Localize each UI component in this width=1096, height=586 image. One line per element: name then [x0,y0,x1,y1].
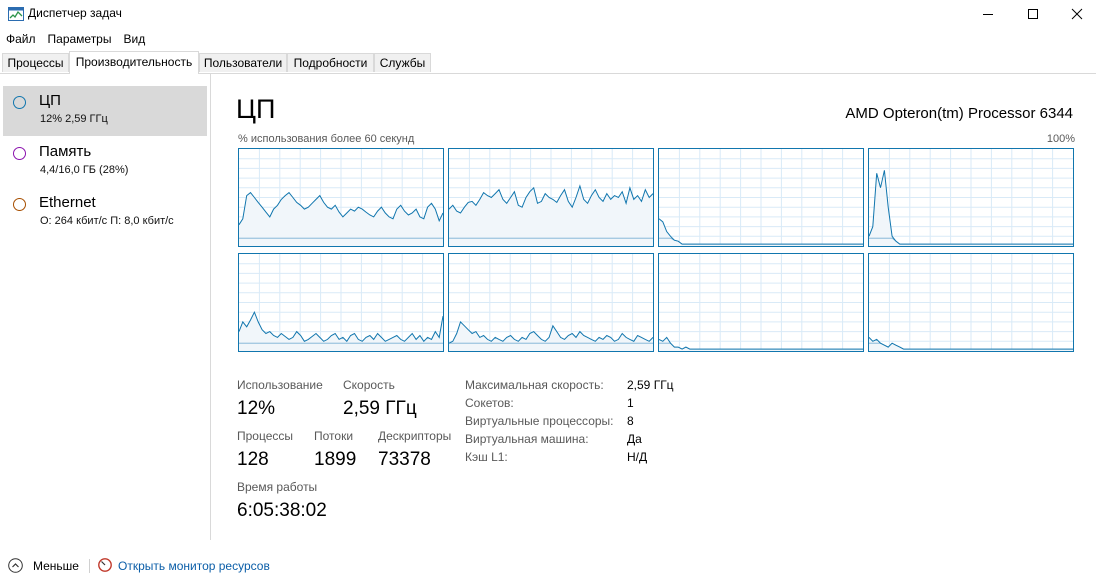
threads-value: 1899 [314,449,357,470]
uptime-value: 6:05:38:02 [237,500,327,521]
core-graph [448,148,654,247]
sidebar-item-name: Память [39,143,92,160]
menu-file[interactable]: Файл [0,29,42,49]
menu-bar: Файл Параметры Вид [0,29,151,49]
processes-value: 128 [237,449,269,470]
core-graph [448,253,654,352]
core-graph [868,148,1074,247]
minimize-icon [983,14,993,15]
detail-value: 8 [627,414,634,428]
close-icon [1071,8,1083,20]
core-graph [868,253,1074,352]
core-graph-plot [659,254,863,351]
uptime-label: Время работы [237,480,318,494]
core-graph-plot [449,149,653,246]
core-graph-plot [869,149,1073,246]
graph-max-label: 100% [1046,133,1075,145]
fewer-details-button[interactable]: Меньше [33,559,79,573]
core-graph [658,253,864,352]
menu-view[interactable]: Вид [117,29,151,49]
sidebar-item-name: ЦП [39,92,61,109]
resource-monitor-icon[interactable] [98,558,112,572]
memory-circle-icon [13,147,26,160]
tab-performance[interactable]: Производительность [69,51,199,74]
sidebar-item-cpu[interactable]: ЦП 12% 2,59 ГГц [3,86,207,136]
tab-services[interactable]: Службы [374,53,431,72]
tab-bar: Процессы Производительность Пользователи… [0,51,1096,74]
core-graph [238,253,444,352]
processes-label: Процессы [237,429,294,443]
processor-name: AMD Opteron(tm) Processor 6344 [845,105,1073,122]
sidebar-item-ethernet[interactable]: Ethernet О: 264 кбит/с П: 8,0 кбит/с [3,188,207,238]
ethernet-circle-icon [13,198,26,211]
usage-value: 12% [237,398,276,419]
core-graph-plot [239,254,443,351]
detail-label: Виртуальная машина: [465,432,589,446]
sidebar-item-sub: 4,4/16,0 ГБ (28%) [40,164,129,176]
close-button[interactable] [1054,0,1096,28]
core-graph-plot [449,254,653,351]
maximize-button[interactable] [1010,0,1056,28]
tab-details[interactable]: Подробности [287,53,374,72]
core-graph-plot [659,149,863,246]
sidebar-item-memory[interactable]: Память 4,4/16,0 ГБ (28%) [3,137,207,187]
speed-value: 2,59 ГГц [343,398,417,419]
sidebar-item-name: Ethernet [39,194,96,211]
detail-label: Максимальная скорость: [465,378,604,392]
maximize-icon [1028,9,1038,19]
usage-label: Использование [237,378,323,392]
menu-options[interactable]: Параметры [42,29,118,49]
core-graph [658,148,864,247]
graph-caption: % использования более 60 секунд [238,133,415,145]
speed-label: Скорость [343,378,395,392]
core-graph [238,148,444,247]
handles-label: Дескрипторы [378,429,452,443]
detail-value: 1 [627,396,634,410]
cpu-circle-icon [13,96,26,109]
detail-value: 2,59 ГГц [627,378,674,392]
title-bar: Диспетчер задач [0,0,1096,28]
detail-value: Да [627,432,642,446]
page-title: ЦП [236,94,276,124]
resource-sidebar: ЦП 12% 2,59 ГГц Память 4,4/16,0 ГБ (28%)… [0,74,211,540]
footer-divider [89,559,90,573]
chevron-up-icon[interactable] [8,558,23,573]
open-resource-monitor-link[interactable]: Открыть монитор ресурсов [118,559,270,573]
core-graph-plot [869,254,1073,351]
core-graphs [238,148,1076,354]
threads-label: Потоки [314,429,354,443]
task-manager-icon [8,7,24,21]
sidebar-item-sub: 12% 2,59 ГГц [40,113,108,125]
detail-label: Виртуальные процессоры: [465,414,614,428]
footer-bar: Меньше Открыть монитор ресурсов [0,555,1096,577]
minimize-button[interactable] [965,0,1011,28]
detail-value: Н/Д [627,450,648,464]
core-graph-plot [239,149,443,246]
detail-label: Сокетов: [465,396,514,410]
tab-processes[interactable]: Процессы [2,53,69,72]
window-title: Диспетчер задач [28,6,122,20]
tab-users[interactable]: Пользователи [199,53,287,72]
sidebar-item-sub: О: 264 кбит/с П: 8,0 кбит/с [40,215,174,227]
detail-label: Кэш L1: [465,450,508,464]
handles-value: 73378 [378,449,431,470]
